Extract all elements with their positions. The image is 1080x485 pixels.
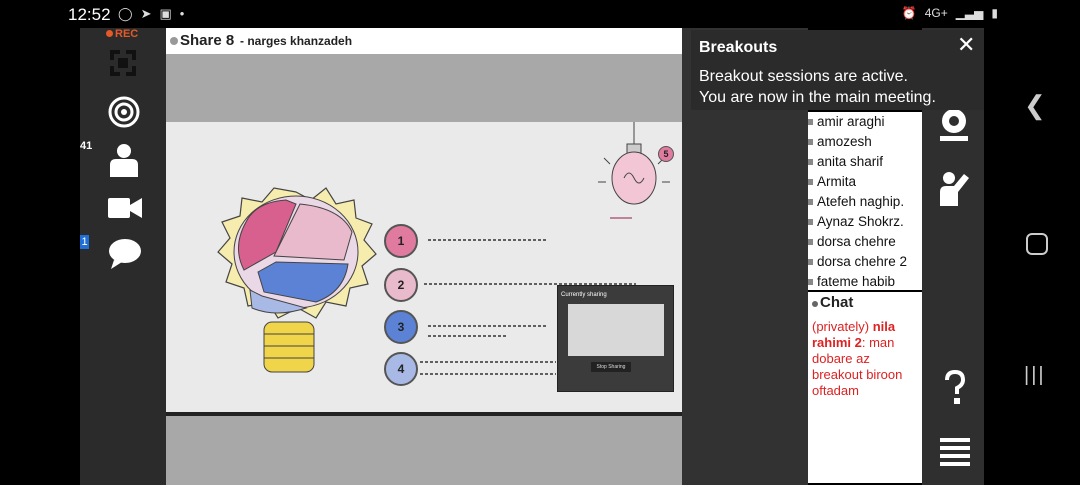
user-bullet-icon <box>808 239 813 245</box>
slide-number-3: 3 <box>384 310 418 344</box>
presenter-preview[interactable]: Currently sharing Stop Sharing <box>557 285 674 392</box>
chat-status-dot <box>812 301 818 307</box>
breakouts-line-2: You are now in the main meeting. <box>699 89 936 106</box>
chat-message: (privately) nila rahimi 2: man dobare az… <box>812 319 920 399</box>
system-icons: ⏰ 4G+ ▁▃▅ ▮ <box>902 6 998 20</box>
rec-dot-icon <box>106 30 113 37</box>
participant-item[interactable]: Armita <box>808 172 922 192</box>
participant-item[interactable]: Aynaz Shokrz. <box>808 212 922 232</box>
back-icon[interactable]: ❮ <box>1024 90 1046 121</box>
participant-name: Aynaz Shokrz. <box>817 214 904 229</box>
bulb-base <box>263 321 315 373</box>
participants-icon[interactable] <box>108 143 140 177</box>
participant-name: Armita <box>817 174 857 189</box>
telegram-icon: ➤ <box>140 6 152 21</box>
whatsapp-icon: ◯ <box>118 6 133 21</box>
chat-title: Chat <box>820 294 854 311</box>
participant-name: dorsa chehre <box>817 234 896 249</box>
slide-number-5: 5 <box>658 146 674 162</box>
user-bullet-icon <box>808 279 813 285</box>
participant-name: dorsa chehre 2 <box>817 254 908 269</box>
chat-private-label: (privately) <box>812 319 870 334</box>
network-label: 4G+ <box>924 6 948 20</box>
left-toolbar: REC 41 1 <box>80 28 166 485</box>
alarm-icon: ⏰ <box>901 6 917 20</box>
participant-list: amir araghi amozesh anita sharif Armita … <box>808 112 922 290</box>
participant-name: anita sharif <box>817 154 884 169</box>
close-icon[interactable]: ✕ <box>957 32 975 58</box>
breakouts-line-1: Breakout sessions are active. <box>699 68 908 85</box>
share-title: Share 8 <box>180 32 235 49</box>
participant-count: 41 <box>80 140 93 152</box>
breakouts-message: Breakout sessions are active. You are no… <box>699 66 936 108</box>
chat-badge: 1 <box>80 235 89 249</box>
recent-apps-icon[interactable]: ||| <box>1024 364 1046 387</box>
slide-number-1: 1 <box>384 224 418 258</box>
chat-icon[interactable] <box>108 238 142 270</box>
participant-item[interactable]: amir araghi <box>808 112 922 132</box>
more-dot-icon: • <box>179 6 185 21</box>
clock: 12:52 <box>68 5 111 24</box>
signal-icon: ▁▃▅ <box>955 6 984 20</box>
slide-bottom-border <box>166 412 682 416</box>
breakouts-notification: Breakouts ✕ Breakout sessions are active… <box>691 30 984 110</box>
layout-icon[interactable] <box>108 48 138 78</box>
gallery-icon: ▣ <box>159 6 172 21</box>
participant-item[interactable]: fateme habib <box>808 272 922 290</box>
breakouts-title: Breakouts <box>699 39 778 56</box>
raise-hand-icon[interactable] <box>938 170 972 206</box>
user-bullet-icon <box>808 119 813 125</box>
user-bullet-icon <box>808 219 813 225</box>
menu-icon[interactable] <box>940 436 970 466</box>
android-nav-bar: ❮ ||| <box>984 28 1080 485</box>
help-icon[interactable] <box>944 370 966 406</box>
participant-name: fateme habib <box>817 274 896 289</box>
preview-screen <box>568 304 664 356</box>
user-bullet-icon <box>808 159 813 165</box>
rec-label: REC <box>115 28 139 40</box>
participant-item[interactable]: dorsa chehre <box>808 232 922 252</box>
share-presenter: - narges khanzadeh <box>240 34 353 48</box>
user-bullet-icon <box>808 139 813 145</box>
user-bullet-icon <box>808 179 813 185</box>
user-bullet-icon <box>808 199 813 205</box>
share-status-dot <box>170 37 178 45</box>
participant-name: amir araghi <box>817 114 885 129</box>
participant-item[interactable]: anita sharif <box>808 152 922 172</box>
participant-item[interactable]: dorsa chehre 2 <box>808 252 922 272</box>
home-icon[interactable] <box>1026 233 1048 255</box>
participant-name: amozesh <box>817 134 872 149</box>
share-header: Share 8 - narges khanzadeh <box>166 28 682 54</box>
camera-icon[interactable] <box>108 196 142 220</box>
slide-number-4: 4 <box>384 352 418 386</box>
chat-panel: Chat (privately) nila rahimi 2: man doba… <box>808 292 922 483</box>
status-bar: 12:52 ◯ ➤ ▣ • ⏰ 4G+ ▁▃▅ ▮ <box>0 0 1080 28</box>
user-bullet-icon <box>808 259 813 265</box>
chat-header: Chat <box>808 292 922 314</box>
preview-title: Currently sharing <box>561 292 607 298</box>
battery-icon: ▮ <box>991 6 998 20</box>
participant-item[interactable]: Atefeh naghip. <box>808 192 922 212</box>
target-icon[interactable] <box>108 96 140 128</box>
participant-name: Atefeh naghip. <box>817 194 905 209</box>
rec-indicator: REC <box>106 28 138 40</box>
slide-number-2: 2 <box>384 268 418 302</box>
stop-sharing-button[interactable]: Stop Sharing <box>591 362 631 372</box>
screenshare-area: Share 8 - narges khanzadeh 1 2 3 4 5 Cur… <box>166 28 682 485</box>
notification-icons: ◯ ➤ ▣ • <box>118 6 184 22</box>
participant-item[interactable]: amozesh <box>808 132 922 152</box>
webcam-icon[interactable] <box>938 108 970 142</box>
